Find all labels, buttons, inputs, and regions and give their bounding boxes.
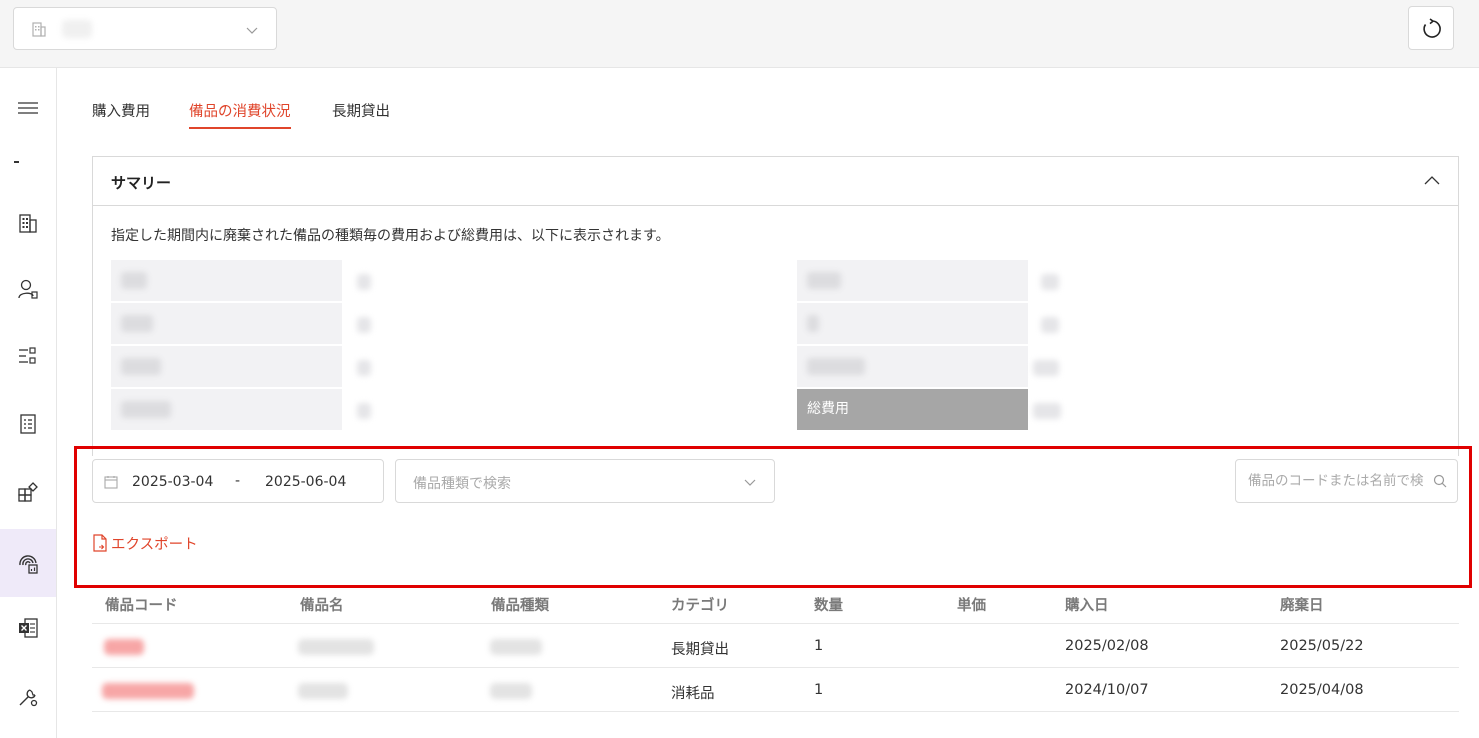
row-divider (92, 667, 1459, 668)
summary-cell-label (111, 260, 342, 301)
date-separator: - (235, 473, 241, 489)
building-icon (19, 214, 37, 233)
sidebar-item-settings-list[interactable] (0, 336, 56, 376)
sidebar-item-users[interactable] (0, 269, 56, 309)
tab-purchase-cost[interactable]: 購入費用 (92, 100, 150, 130)
row-type-redacted (490, 683, 532, 699)
summary-cell-value (357, 274, 371, 290)
menu-icon (18, 102, 38, 114)
sidebar (0, 68, 57, 738)
row-type-redacted (490, 639, 542, 655)
summary-cell-value (1041, 274, 1059, 290)
row-name-redacted (298, 639, 374, 655)
row-code-redacted[interactable] (102, 683, 194, 699)
export-button[interactable]: エクスポート (92, 533, 198, 553)
summary-cell-value (1033, 360, 1059, 376)
chevron-down-icon (744, 479, 756, 486)
excel-icon (19, 618, 38, 638)
summary-total-label: 総費用 (797, 389, 1028, 430)
summary-header[interactable]: サマリー (93, 157, 1458, 206)
row-quantity: 1 (814, 638, 824, 654)
column-header-code[interactable]: 備品コード (105, 594, 178, 615)
column-header-category[interactable]: カテゴリ (671, 594, 729, 615)
calendar-icon (104, 476, 118, 489)
tools-icon (19, 689, 38, 707)
file-export-icon (93, 534, 107, 552)
summary-cell-label (797, 303, 1028, 344)
summary-cell-value (1041, 317, 1059, 333)
sidebar-divider (14, 161, 19, 163)
export-label: エクスポート (111, 536, 198, 553)
row-divider (92, 623, 1459, 624)
equipment-type-select[interactable]: 備品種類で検索 (395, 459, 775, 503)
summary-description: 指定した期間内に廃棄された備品の種類毎の費用および総費用は、以下に表示されます。 (111, 228, 670, 244)
column-header-purchase-date[interactable]: 購入日 (1065, 594, 1109, 615)
top-bar (0, 0, 1479, 68)
summary-cell-value (357, 360, 371, 376)
summary-cell-label (797, 260, 1028, 301)
row-purchase-date: 2025/02/08 (1065, 638, 1149, 654)
date-start-input[interactable]: 2025-03-04 (132, 474, 213, 490)
sidebar-item-excel[interactable] (0, 608, 56, 648)
search-input[interactable] (1236, 460, 1424, 502)
chevron-down-icon (246, 27, 258, 34)
tab-consumption-status[interactable]: 備品の消費状況 (189, 100, 291, 130)
column-header-disposal-date[interactable]: 廃棄日 (1280, 594, 1324, 615)
organization-select[interactable] (13, 7, 277, 50)
sidebar-item-reports[interactable] (0, 404, 56, 444)
sidebar-item-consumption[interactable] (0, 529, 56, 597)
row-category: 消耗品 (671, 686, 715, 702)
refresh-button[interactable] (1408, 6, 1454, 50)
organization-name-redacted (62, 20, 92, 38)
chevron-up-icon[interactable] (1424, 173, 1440, 189)
sidebar-item-tools[interactable] (0, 677, 56, 717)
summary-cell-label (797, 346, 1028, 387)
summary-cell-value (357, 317, 371, 333)
user-badge-icon (18, 279, 38, 299)
fingerprint-chart-icon (19, 555, 38, 574)
column-header-quantity[interactable]: 数量 (814, 594, 843, 615)
row-disposal-date: 2025/04/08 (1280, 682, 1364, 698)
column-header-type[interactable]: 備品種類 (491, 594, 549, 615)
summary-total-value (1033, 403, 1061, 419)
column-header-name[interactable]: 備品名 (300, 594, 344, 615)
checklist-document-icon (20, 414, 36, 434)
search-box[interactable] (1235, 459, 1458, 503)
row-category: 長期貸出 (671, 642, 729, 658)
summary-cell-label (111, 346, 342, 387)
summary-cell-label (111, 389, 342, 430)
equipment-type-placeholder: 備品種類で検索 (413, 476, 511, 492)
column-header-unit-price[interactable]: 単価 (957, 594, 986, 615)
row-name-redacted (298, 683, 348, 699)
summary-panel: サマリー 指定した期間内に廃棄された備品の種類毎の費用および総費用は、以下に表示… (92, 156, 1459, 456)
summary-cell-value (357, 403, 371, 419)
add-block-icon (18, 482, 38, 502)
row-code-redacted[interactable] (104, 639, 144, 655)
row-purchase-date: 2024/10/07 (1065, 682, 1149, 698)
row-disposal-date: 2025/05/22 (1280, 638, 1364, 654)
building-icon (32, 22, 46, 37)
row-quantity: 1 (814, 682, 824, 698)
date-end-input[interactable]: 2025-06-04 (265, 474, 346, 490)
sidebar-menu-toggle[interactable] (0, 88, 56, 128)
date-range-picker[interactable]: 2025-03-04 - 2025-06-04 (92, 459, 384, 503)
summary-cell-label (111, 303, 342, 344)
list-settings-icon (19, 347, 36, 364)
row-divider (92, 711, 1459, 712)
refresh-icon (1423, 18, 1441, 38)
sidebar-item-equipment[interactable] (0, 472, 56, 512)
tab-long-term-loan[interactable]: 長期貸出 (332, 100, 390, 130)
summary-title: サマリー (111, 174, 172, 192)
search-icon[interactable] (1433, 474, 1447, 488)
sidebar-item-buildings[interactable] (0, 203, 56, 243)
